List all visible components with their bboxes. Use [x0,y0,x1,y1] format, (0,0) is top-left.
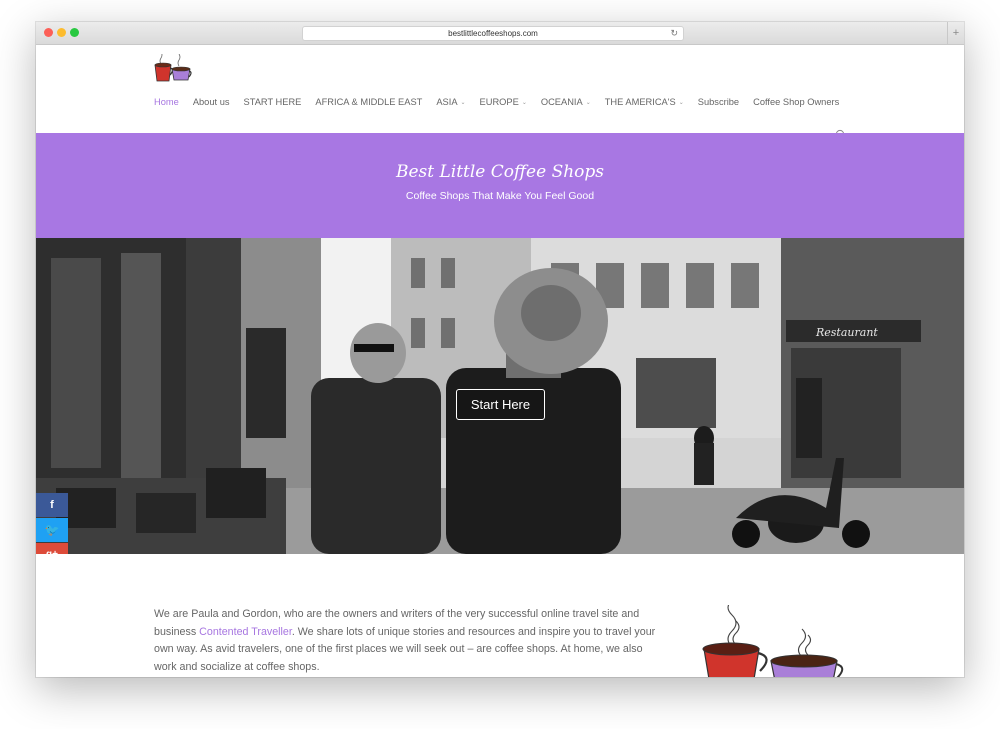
site-title[interactable]: Best Little Coffee Shops [36,162,964,182]
website: Home About us START HERE AFRICA & MIDDLE EA… [36,45,964,677]
nav-africa-middle-east-label: AFRICA & MIDDLE EAST [315,97,423,107]
nav-start-here[interactable]: START HERE [244,96,302,108]
nav-coffee-shop-owners[interactable]: Coffee Shop Owners [753,96,839,108]
browser-titlebar: bestlittlecoffeeshops.com ↻ + [36,22,964,45]
window-minimize-button[interactable] [57,28,66,37]
site-header: Home About us START HERE AFRICA & MIDDLE EA… [36,45,964,141]
nav-europe[interactable]: EUROPE ⌄ [480,96,527,109]
nav-the-americas[interactable]: THE AMERICA'S ⌄ [605,96,684,109]
nav-about-us-label: About us [192,97,230,107]
site-tagline: Coffee Shops That Make You Feel Good [405,190,595,202]
nav-about-us[interactable]: About us [193,96,230,108]
nav-oceania-label: OCEANIA [540,97,583,107]
social-share-bar: f 🐦 g+ P [36,493,68,554]
restaurant-sign-text: Restaurant [815,326,878,339]
nav-oceania[interactable]: OCEANIA ⌄ [541,96,591,109]
facebook-icon: f [50,499,54,511]
coffee-cups-illustration [702,605,844,677]
nav-coffee-shop-owners-label: Coffee Shop Owners [753,97,840,107]
window-close-button[interactable] [44,28,53,37]
contented-traveller-link[interactable]: Contented Traveller [199,626,292,638]
nav-home-label: Home [154,97,179,107]
nav-home[interactable]: Home [154,96,179,108]
address-bar[interactable]: bestlittlecoffeeshops.com ↻ [302,26,684,41]
nav-subscribe[interactable]: Subscribe [698,96,739,108]
chevron-down-icon: ⌄ [521,99,527,106]
start-here-button[interactable]: Start Here [456,389,545,420]
url-text: bestlittlecoffeeshops.com [448,29,538,38]
coffee-cups-logo[interactable] [153,54,193,84]
reload-icon[interactable]: ↻ [670,27,678,40]
nav-europe-label: EUROPE [479,97,519,107]
nav-the-americas-label: THE AMERICA'S [604,97,676,107]
chevron-down-icon: ⌄ [678,99,684,106]
nav-africa-middle-east[interactable]: AFRICA & MIDDLE EAST [315,96,422,108]
nav-subscribe-label: Subscribe [697,97,740,107]
facebook-share-button[interactable]: f [36,493,68,517]
window-maximize-button[interactable] [70,28,79,37]
nav-start-here-label: START HERE [243,97,302,107]
browser-window: bestlittlecoffeeshops.com ↻ + Home About … [36,22,964,677]
chevron-down-icon: ⌄ [585,99,591,106]
google-plus-share-button[interactable]: g+ [36,543,68,554]
chevron-down-icon: ⌄ [460,99,466,106]
nav-asia-label: ASIA [436,97,458,107]
twitter-share-button[interactable]: 🐦 [36,518,68,542]
twitter-icon: 🐦 [44,523,60,537]
main-nav: Home About us START HERE AFRICA & MIDDLE EA… [154,92,853,107]
nav-asia[interactable]: ASIA ⌄ [436,96,465,109]
google-plus-icon: g+ [46,549,58,554]
intro-paragraph: We are Paula and Gordon, who are the own… [154,606,664,676]
new-tab-button[interactable]: + [947,22,964,44]
site-banner: Best Little Coffee Shops Coffee Shops Th… [36,133,964,238]
hero-image: Restaurant Start Here f 🐦 [36,238,964,554]
